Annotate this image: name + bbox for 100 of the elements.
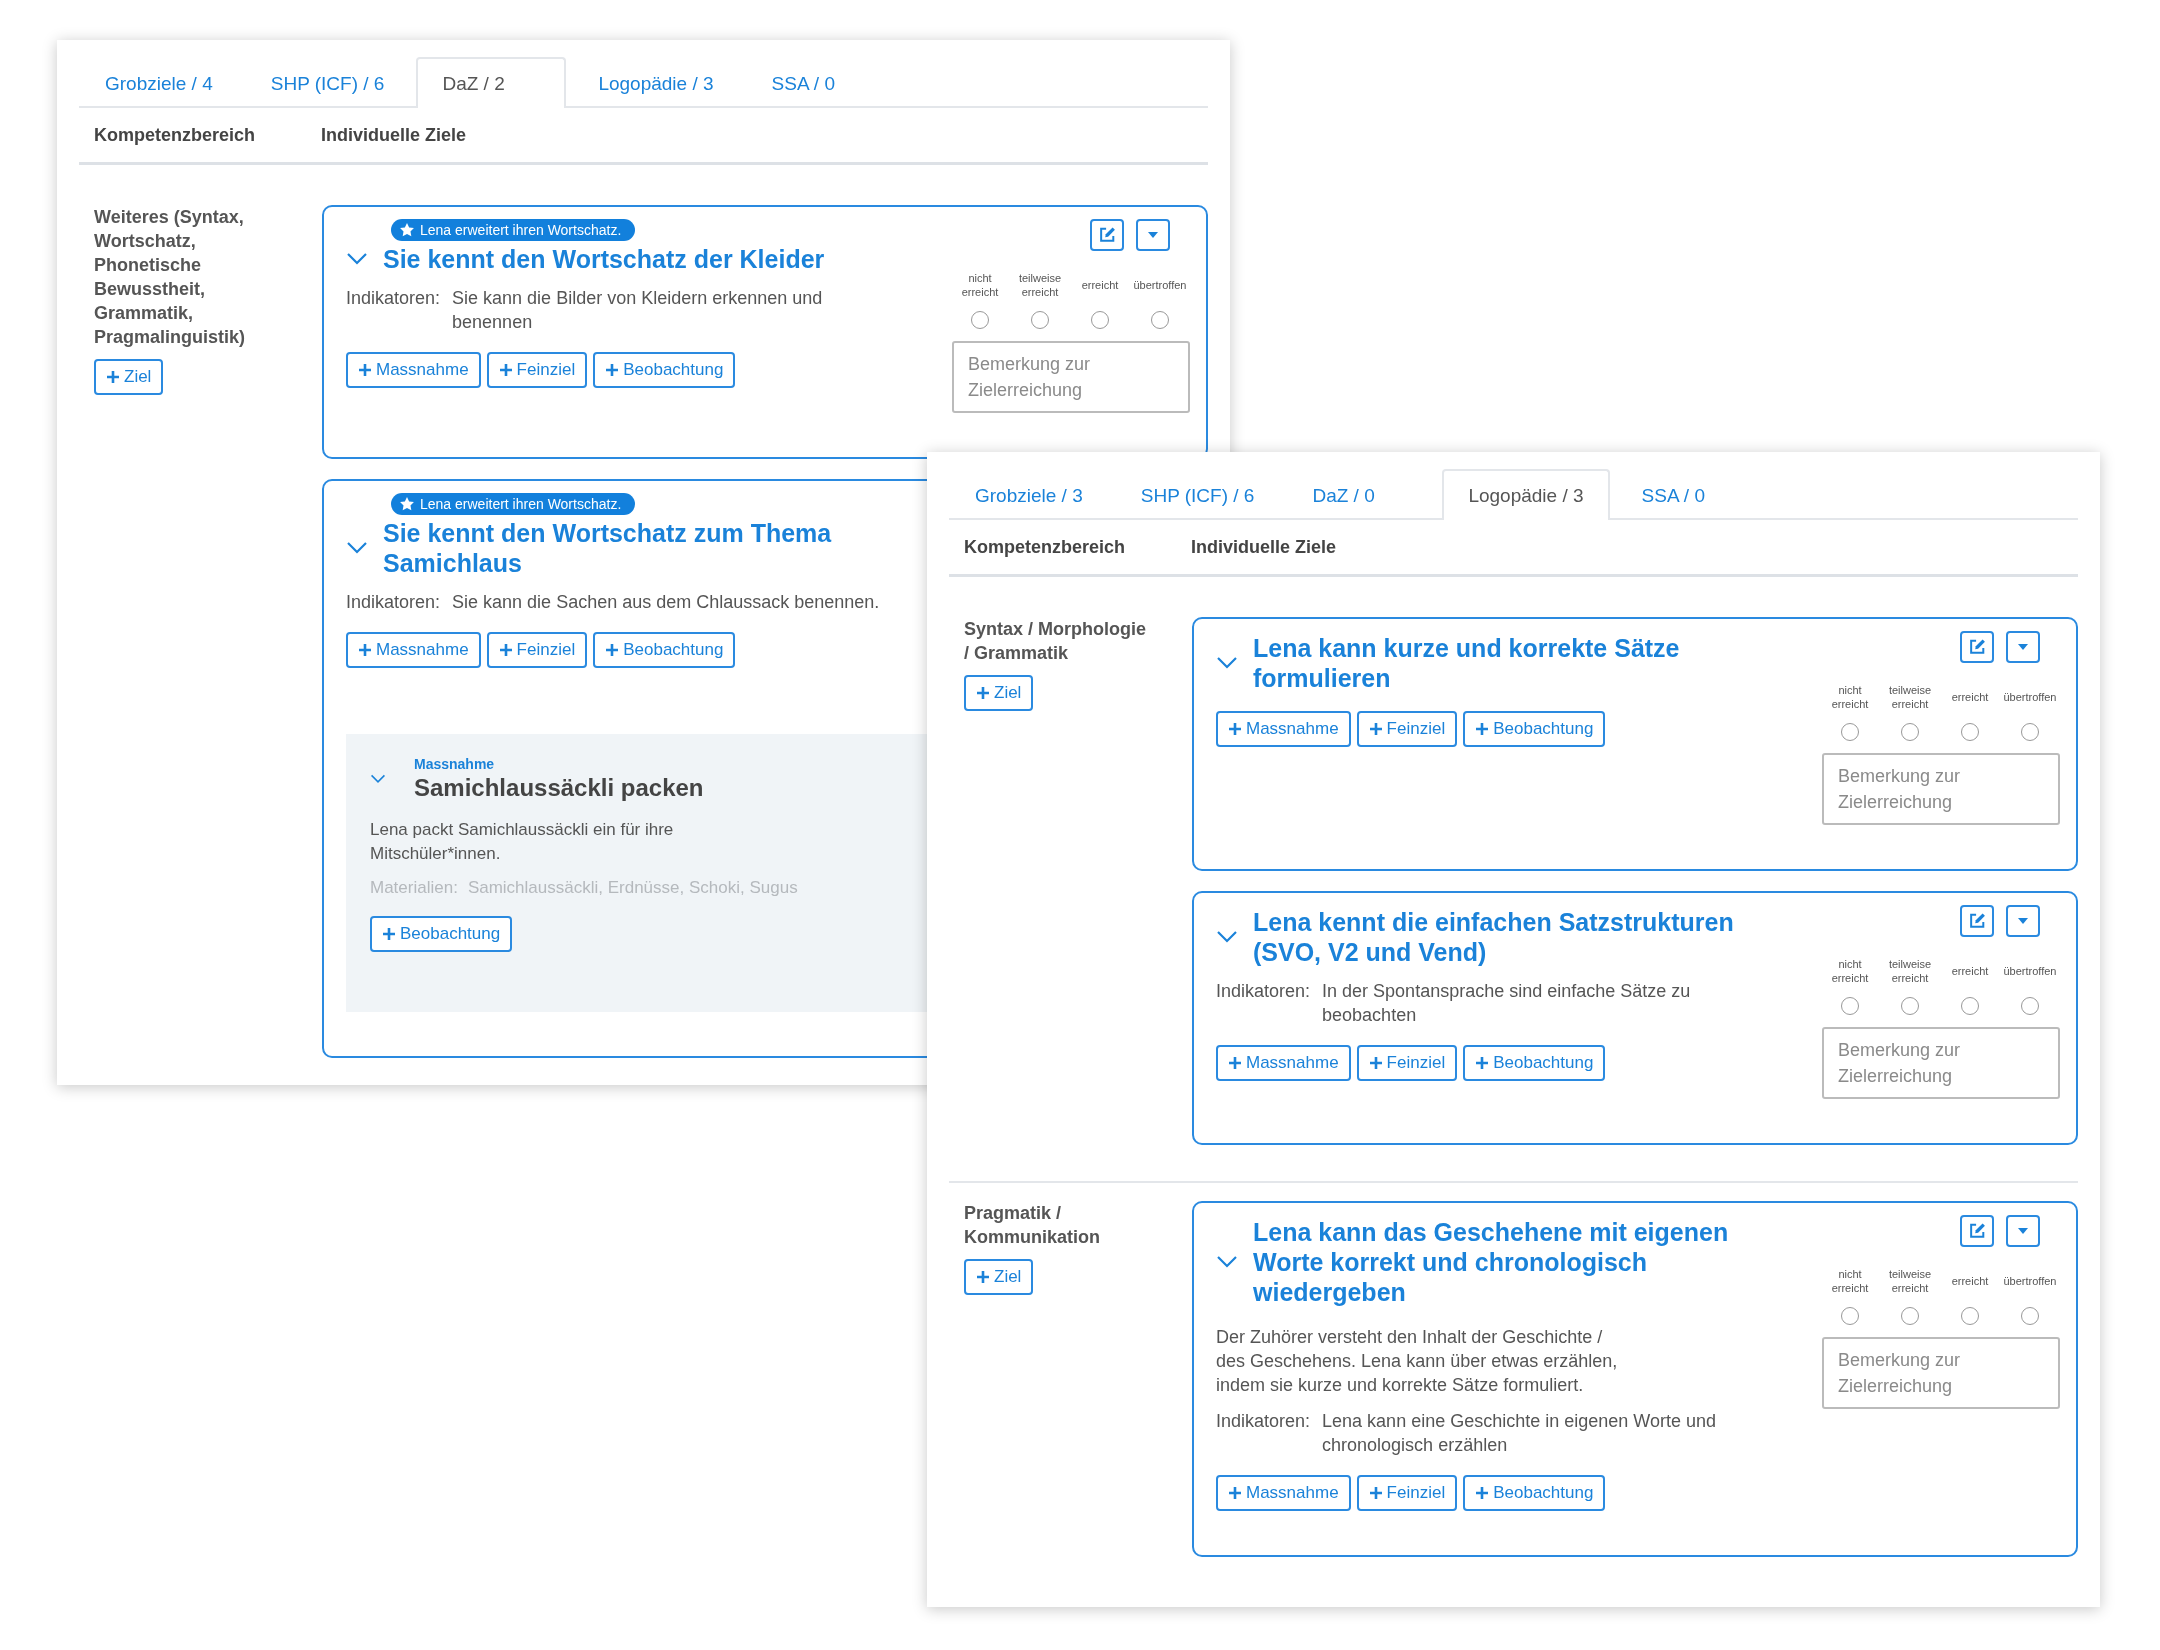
add-button[interactable]: Feinziel — [1356, 1045, 1458, 1081]
column-header: Kompetenzbereich — [94, 125, 257, 146]
radio-button[interactable] — [1031, 311, 1049, 329]
radio-button[interactable] — [1091, 311, 1109, 329]
indicator-label: Indikatoren: — [1216, 1410, 1311, 1433]
add-button[interactable]: Beobachtung — [593, 632, 736, 668]
dropdown-button[interactable] — [2006, 631, 2040, 663]
chevron-down-icon[interactable] — [1216, 656, 1238, 670]
add-goal-button[interactable]: Ziel — [964, 675, 1034, 711]
tab[interactable]: Logopädie / 3 — [572, 57, 740, 108]
radio-button[interactable] — [2021, 997, 2039, 1015]
goal-title: Lena kann kurze und korrekte Sätze formulieren — [1253, 633, 1681, 693]
edit-button[interactable] — [1960, 905, 1994, 937]
column-header: Kompetenzbereich — [964, 537, 1127, 558]
rating-label: übertroffen — [2003, 964, 2057, 979]
chevron-down-icon[interactable] — [346, 252, 368, 266]
add-button[interactable]: Massnahme — [1216, 1475, 1351, 1511]
add-goal-button[interactable]: Ziel — [964, 1259, 1034, 1295]
add-button[interactable]: Feinziel — [1356, 711, 1458, 747]
indicator-text: Lena kann eine Geschichte in eigenen Worte und chronologisch erzählen — [1322, 1410, 1717, 1457]
tab[interactable]: Grobziele / 3 — [949, 469, 1109, 520]
add-button[interactable]: Massnahme — [346, 352, 481, 388]
chevron-down-icon[interactable] — [346, 541, 368, 555]
add-button[interactable]: Beobachtung — [593, 352, 736, 388]
add-button[interactable]: Beobachtung — [370, 916, 513, 952]
dropdown-button[interactable] — [2006, 905, 2040, 937]
rating-label: nicht erreicht — [960, 271, 1000, 299]
measure-title: Samichlaussäckli packen — [414, 774, 704, 802]
add-button[interactable]: Massnahme — [346, 632, 481, 668]
goal-description: Der Zuhörer versteht den Inhalt der Geschichte / des Geschehens. Lena kann über etwas erzählen, indem sie kurze und korrekte Sätze formuliert. — [1216, 1326, 1619, 1397]
chevron-down-icon[interactable] — [1216, 1255, 1238, 1269]
chevron-down-icon[interactable] — [1216, 930, 1238, 944]
rating-label: teilweise erreicht — [1887, 957, 1933, 985]
plus-icon — [1475, 1056, 1490, 1070]
radio-button[interactable] — [1961, 723, 1979, 741]
comment-field[interactable]: Bemerkung zur Zielerreichung — [1822, 753, 2060, 825]
plus-icon — [1368, 1486, 1383, 1500]
edit-button[interactable] — [1960, 631, 1994, 663]
chevron-down-icon[interactable] — [370, 774, 386, 784]
plus-icon — [106, 370, 120, 384]
comment-field[interactable]: Bemerkung zur Zielerreichung — [1822, 1337, 2060, 1409]
tab[interactable]: SHP (ICF) / 6 — [244, 57, 411, 108]
add-button[interactable]: Massnahme — [1216, 711, 1351, 747]
comment-field[interactable]: Bemerkung zur Zielerreichung — [952, 341, 1190, 413]
rating-label: teilweise erreicht — [1887, 1267, 1933, 1295]
add-goal-button[interactable]: Ziel — [94, 359, 164, 395]
tab[interactable]: DaZ / 0 — [1286, 469, 1437, 520]
indicator-text: Sie kann die Sachen aus dem Chlaussack benennen. — [452, 591, 880, 614]
edit-icon — [1968, 1222, 1986, 1240]
tag-text: Lena erweitert ihren Wortschatz. — [420, 496, 622, 512]
add-button[interactable]: Beobachtung — [1463, 711, 1606, 747]
radio-button[interactable] — [1841, 997, 1859, 1015]
radio-button[interactable] — [1961, 997, 1979, 1015]
dropdown-button[interactable] — [2006, 1215, 2040, 1247]
radio-button[interactable] — [2021, 1307, 2039, 1325]
add-button[interactable]: Feinziel — [486, 352, 588, 388]
dropdown-button[interactable] — [1136, 219, 1170, 251]
add-button[interactable]: Massnahme — [1216, 1045, 1351, 1081]
competence-area-label: Weiteres (Syntax, Wortschatz, Phonetische Bewusstheit, Grammatik, Pragmalinguistik) — [94, 206, 247, 349]
radio-button[interactable] — [1901, 997, 1919, 1015]
comment-field[interactable]: Bemerkung zur Zielerreichung — [1822, 1027, 2060, 1099]
radio-button[interactable] — [1841, 1307, 1859, 1325]
radio-button[interactable] — [971, 311, 989, 329]
radio-button[interactable] — [1151, 311, 1169, 329]
rating-label: teilweise erreicht — [1017, 271, 1063, 299]
plus-icon — [1475, 722, 1490, 736]
add-button[interactable]: Feinziel — [486, 632, 588, 668]
caret-icon — [2018, 644, 2028, 650]
edit-button[interactable] — [1960, 1215, 1994, 1247]
edit-icon — [1098, 226, 1116, 244]
plus-icon — [1475, 1486, 1490, 1500]
edit-icon — [1968, 912, 1986, 930]
radio-button[interactable] — [1961, 1307, 1979, 1325]
plus-icon — [1368, 1056, 1383, 1070]
tab[interactable]: SSA / 0 — [1615, 469, 1766, 520]
radio-button[interactable] — [2021, 723, 2039, 741]
edit-button[interactable] — [1090, 219, 1124, 251]
rating-label: erreicht — [1951, 1274, 1989, 1289]
tab[interactable]: SHP (ICF) / 6 — [1114, 469, 1281, 520]
star-icon — [399, 222, 415, 238]
rating-label: erreicht — [1081, 278, 1119, 293]
tab[interactable]: DaZ / 2 — [416, 57, 567, 108]
tab[interactable]: Grobziele / 4 — [79, 57, 239, 108]
plus-icon — [382, 927, 396, 941]
goal-title: Lena kennt die einfachen Satzstrukturen (SVO, V2 und Vend) — [1253, 907, 1735, 967]
rating-label: nicht erreicht — [1830, 683, 1870, 711]
plus-icon — [605, 643, 620, 657]
radio-button[interactable] — [1841, 723, 1859, 741]
radio-button[interactable] — [1901, 1307, 1919, 1325]
radio-button[interactable] — [1901, 723, 1919, 741]
rating-label: nicht erreicht — [1830, 1267, 1870, 1295]
add-button[interactable]: Feinziel — [1356, 1475, 1458, 1511]
add-button[interactable]: Beobachtung — [1463, 1045, 1606, 1081]
add-button[interactable]: Beobachtung — [1463, 1475, 1606, 1511]
measure-description: Lena packt Samichlaussäckli ein für ihre Mitschüler*innen. — [370, 819, 675, 865]
indicator-label: Indikatoren: — [346, 591, 441, 614]
plus-icon — [605, 363, 620, 377]
tab[interactable]: SSA / 0 — [745, 57, 896, 108]
edit-icon — [1968, 638, 1986, 656]
tab[interactable]: Logopädie / 3 — [1442, 469, 1610, 520]
